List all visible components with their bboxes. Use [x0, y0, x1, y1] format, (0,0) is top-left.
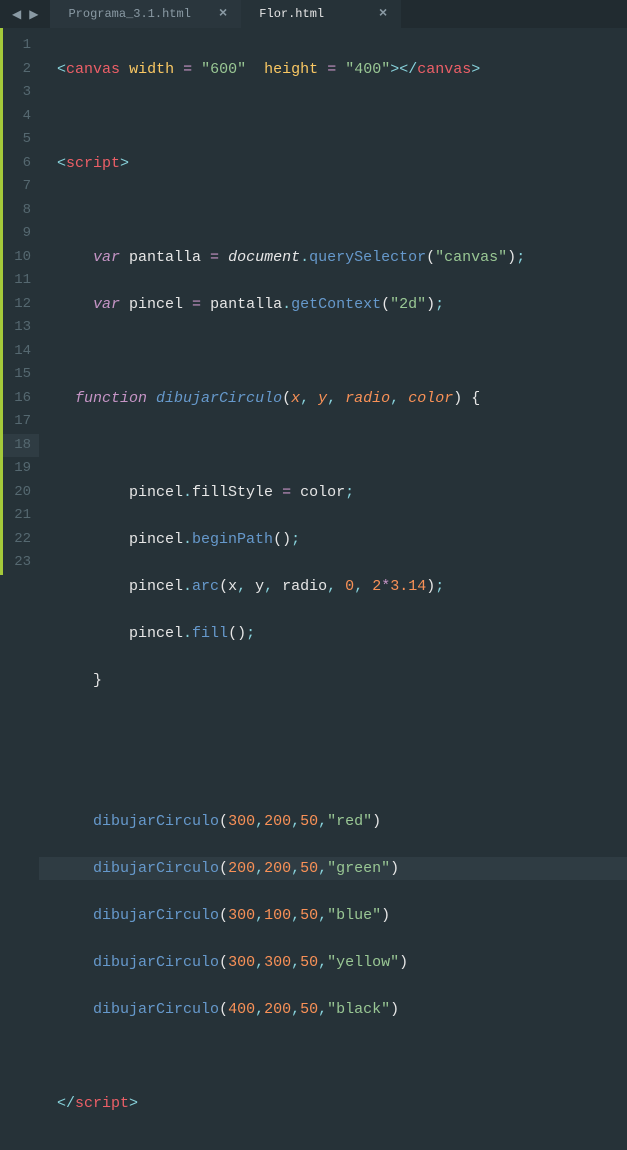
line-number: 20	[3, 481, 39, 505]
line-number: 15	[3, 363, 39, 387]
line-number: 18	[3, 434, 39, 458]
nav-forward-icon[interactable]: ▶	[27, 5, 40, 24]
nav-arrows: ◀ ▶	[0, 5, 50, 24]
close-icon[interactable]: ×	[219, 6, 227, 22]
line-number: 11	[3, 269, 39, 293]
line-number: 7	[3, 175, 39, 199]
line-number: 14	[3, 340, 39, 364]
line-number: 12	[3, 293, 39, 317]
tab-flor[interactable]: Flor.html ×	[241, 0, 401, 28]
line-number: 9	[3, 222, 39, 246]
line-number: 13	[3, 316, 39, 340]
line-number: 3	[3, 81, 39, 105]
line-number: 16	[3, 387, 39, 411]
line-numbers: 1 2 3 4 5 6 7 8 9 10 11 12 13 14 15 16 1…	[3, 28, 39, 575]
line-number: 17	[3, 410, 39, 434]
tabs: Programa_3.1.html × Flor.html ×	[50, 0, 401, 28]
editor: 1 2 3 4 5 6 7 8 9 10 11 12 13 14 15 16 1…	[0, 28, 627, 575]
nav-back-icon[interactable]: ◀	[10, 5, 23, 24]
titlebar: ◀ ▶ Programa_3.1.html × Flor.html ×	[0, 0, 627, 28]
close-icon[interactable]: ×	[379, 6, 387, 22]
line-number: 4	[3, 105, 39, 129]
line-number: 10	[3, 246, 39, 270]
line-number: 23	[3, 551, 39, 575]
code-area[interactable]: <canvas width = "600" height = "400"></c…	[39, 28, 627, 575]
line-number: 22	[3, 528, 39, 552]
line-number: 19	[3, 457, 39, 481]
line-number: 5	[3, 128, 39, 152]
tab-programa[interactable]: Programa_3.1.html ×	[50, 0, 241, 28]
line-number: 21	[3, 504, 39, 528]
tab-label: Programa_3.1.html	[68, 7, 190, 21]
line-number: 1	[3, 34, 39, 58]
line-number: 6	[3, 152, 39, 176]
line-number: 8	[3, 199, 39, 223]
line-number: 2	[3, 58, 39, 82]
tab-label: Flor.html	[259, 7, 324, 21]
